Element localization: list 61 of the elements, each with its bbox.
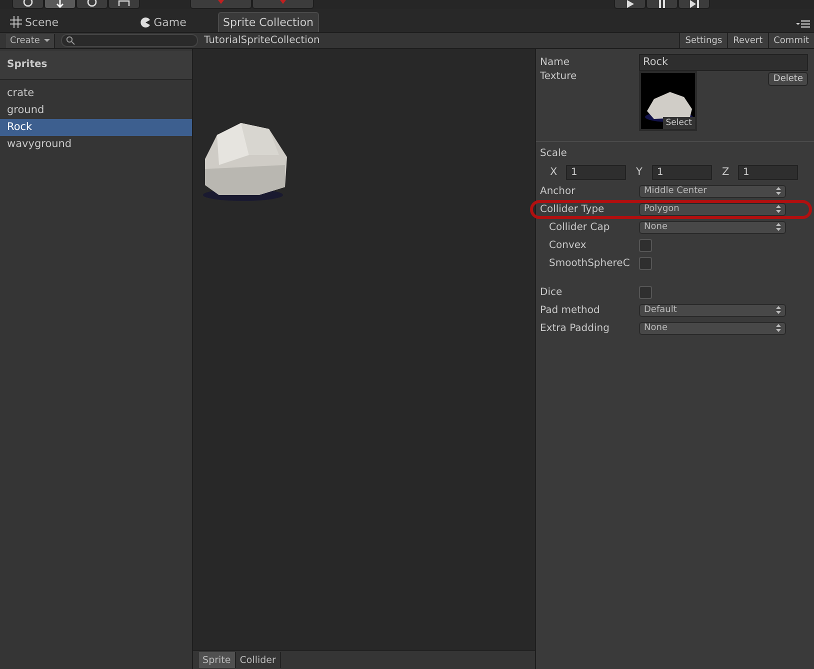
- stepper-arrows-icon: [776, 306, 781, 314]
- scale-field[interactable]: 1: [738, 164, 798, 180]
- field-label: Collider Cap: [548, 222, 611, 232]
- checkbox[interactable]: [639, 238, 652, 252]
- menu-icon[interactable]: [796, 20, 810, 28]
- sprites-header: Sprites: [0, 51, 192, 80]
- mode-tab[interactable]: Sprite: [198, 652, 236, 668]
- tab[interactable]: Game: [108, 12, 218, 32]
- axis-label: Z: [722, 166, 730, 178]
- scale-field[interactable]: 1: [652, 164, 712, 180]
- stepper-arrows-icon: [776, 223, 781, 231]
- rotate-icon: [86, 0, 98, 8]
- search-field[interactable]: [60, 34, 198, 47]
- tab[interactable]: Scene: [8, 12, 108, 32]
- checkbox[interactable]: [639, 286, 652, 298]
- search-icon: [66, 36, 75, 45]
- field-label: Extra Padding: [540, 322, 610, 334]
- tab[interactable]: Sprite Collection: [218, 12, 319, 32]
- collection-name: TutorialSpriteCollection: [204, 35, 320, 46]
- field-label: Convex: [548, 240, 588, 250]
- stepper-arrows-icon: [776, 187, 781, 195]
- name-field[interactable]: Rock: [639, 54, 808, 70]
- local-icon: [279, 0, 287, 4]
- checkbox[interactable]: [639, 256, 652, 270]
- field-label: Collider Type: [540, 204, 606, 214]
- move-icon: [54, 0, 66, 8]
- dropdown[interactable]: None: [639, 220, 786, 234]
- select-button[interactable]: Select: [662, 117, 695, 129]
- scale-field[interactable]: 1: [566, 164, 626, 180]
- sprite-list-item[interactable]: wavyground: [0, 136, 192, 153]
- field-label: Name: [540, 56, 571, 68]
- sprite-list-item[interactable]: Rock: [0, 119, 192, 136]
- field-label: Pad method: [540, 304, 601, 316]
- pause-icon: [656, 0, 668, 8]
- sprite-list-item[interactable]: ground: [0, 102, 192, 119]
- pivot-icon: [217, 0, 225, 4]
- dropdown[interactable]: Default: [639, 304, 786, 316]
- field-label: Dice: [540, 286, 564, 298]
- section-label: Scale: [540, 148, 568, 158]
- delete-button[interactable]: Delete: [768, 72, 808, 86]
- toolbar-button[interactable]: Settings: [679, 33, 728, 48]
- field-label: Texture: [540, 71, 578, 82]
- create-dropdown[interactable]: Create: [6, 34, 55, 48]
- toolbar-button[interactable]: Revert: [727, 33, 768, 48]
- pacman-icon: [140, 16, 151, 28]
- stepper-arrows-icon: [776, 205, 781, 213]
- grid-icon: [10, 16, 22, 28]
- dropdown[interactable]: Middle Center: [639, 184, 786, 198]
- field-label: SmoothSphereC: [548, 258, 631, 268]
- dropdown[interactable]: None: [639, 322, 786, 334]
- dropdown[interactable]: Polygon: [639, 202, 786, 216]
- stepper-arrows-icon: [776, 324, 781, 332]
- texture-thumbnail[interactable]: Select: [639, 71, 697, 131]
- axis-label: Y: [636, 166, 644, 178]
- scale-icon: [118, 0, 130, 8]
- toolbar-button[interactable]: Commit: [768, 33, 814, 48]
- mode-tab[interactable]: Collider: [236, 652, 281, 668]
- sprite-list-item[interactable]: crate: [0, 85, 192, 102]
- axis-label: X: [550, 166, 558, 178]
- field-label: Anchor: [540, 186, 576, 196]
- step-icon: [688, 0, 700, 8]
